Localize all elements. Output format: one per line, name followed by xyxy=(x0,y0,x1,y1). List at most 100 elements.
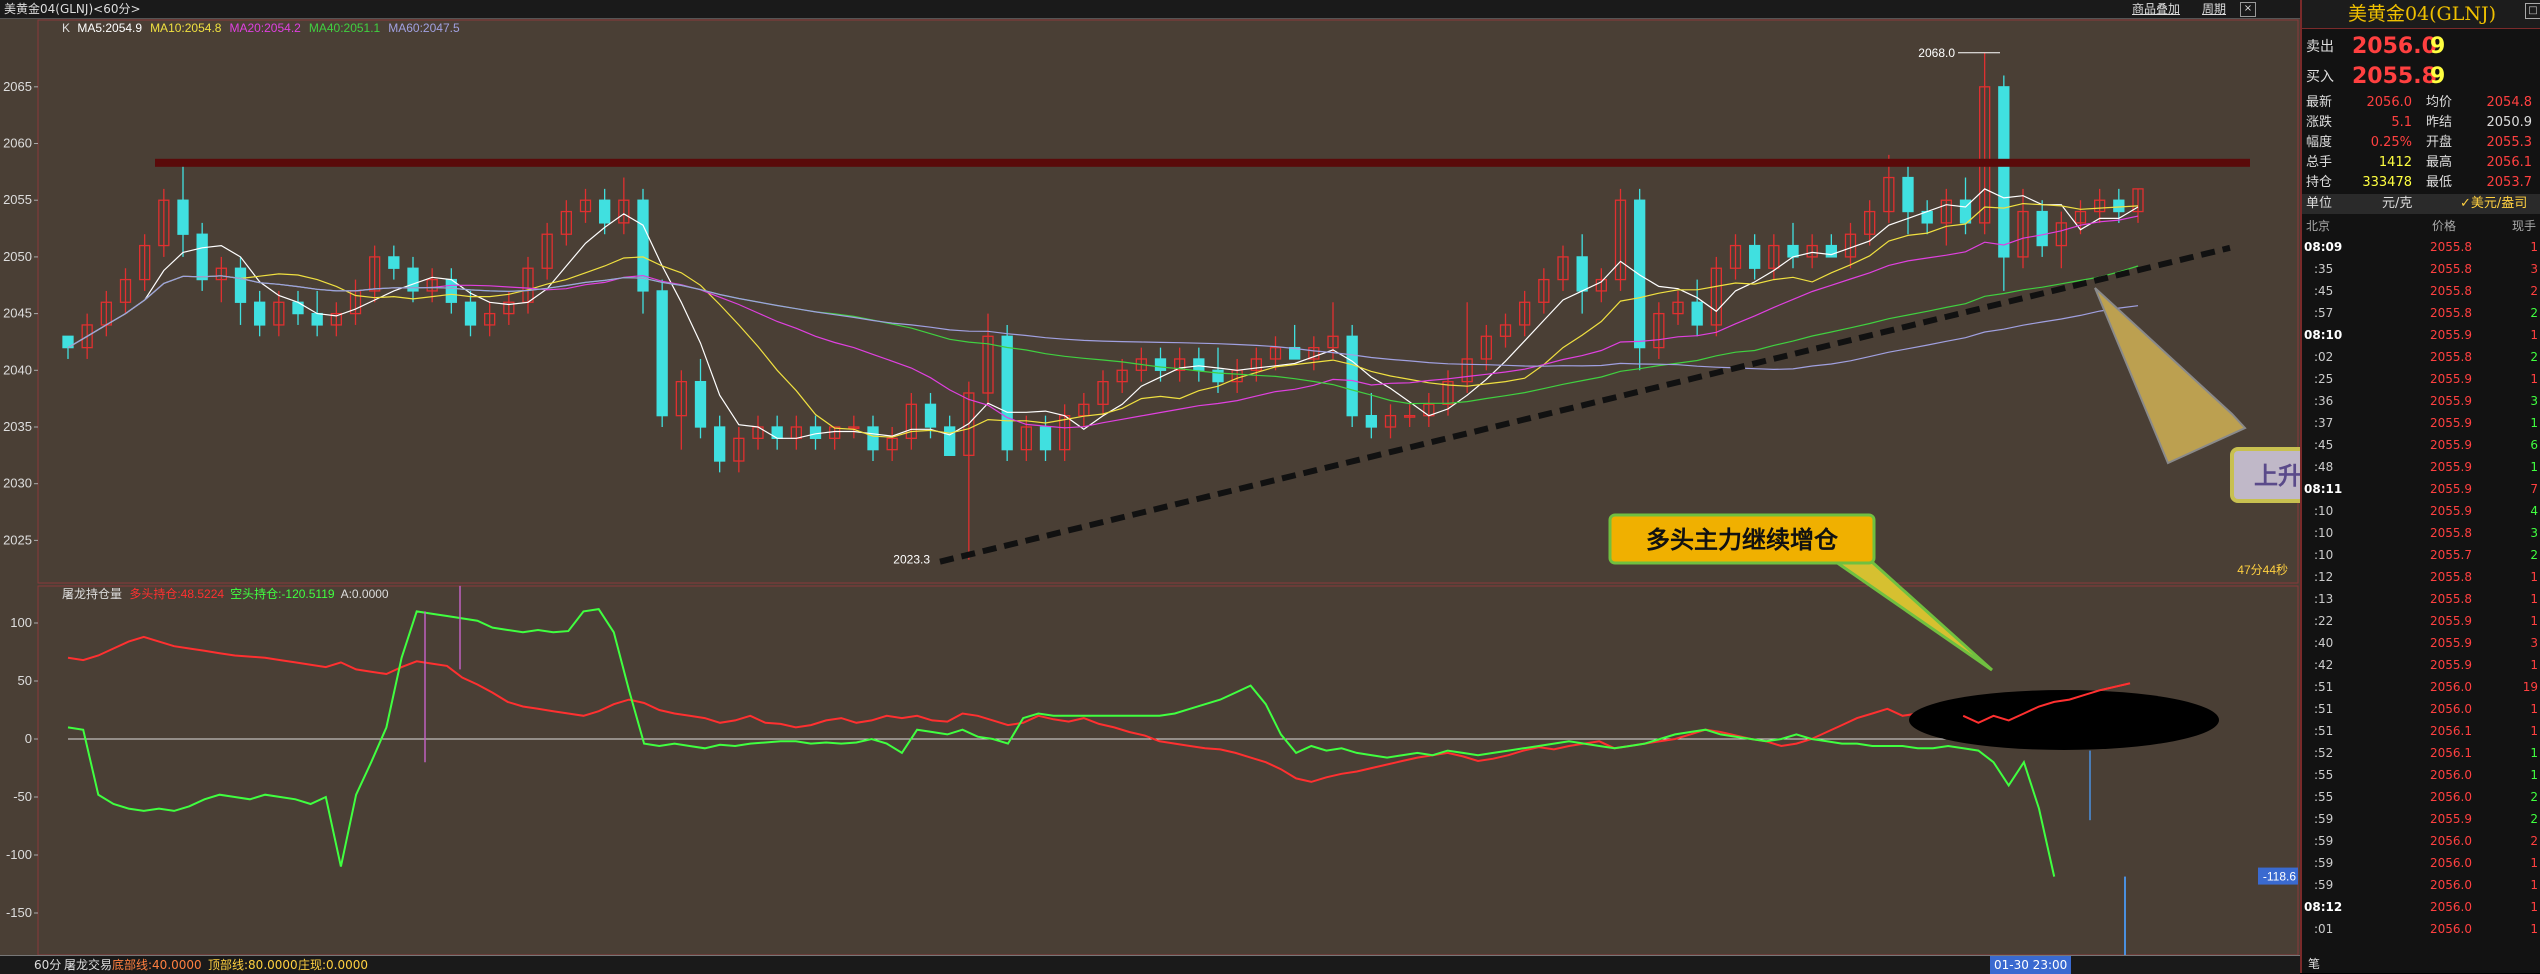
chart-title-bar: 美黄金04(GLNJ)<60分> 商品叠加 周期 × xyxy=(0,0,2300,19)
quote-row: 持仓 333478 最低 2053.7 xyxy=(2302,173,2540,193)
candle-body xyxy=(1634,199,1646,349)
tick-volume: 3 xyxy=(2530,394,2538,408)
quote-value: 1412 xyxy=(2378,155,2412,170)
candle-body xyxy=(1154,358,1167,371)
candle-body xyxy=(694,380,707,428)
candle-body xyxy=(2113,199,2125,213)
tick-price: 2055.8 xyxy=(2430,526,2472,540)
tick-price: 2056.0 xyxy=(2430,790,2472,804)
tick-time: :02 xyxy=(2314,350,2334,364)
indicator-name[interactable]: 屠龙交易 xyxy=(64,956,112,974)
resistance-band xyxy=(155,158,2250,167)
tick-row: :10 2055.8 3 xyxy=(2302,522,2540,544)
candle-body xyxy=(809,426,822,439)
tick-time: :42 xyxy=(2314,658,2334,672)
candle-body xyxy=(234,267,247,303)
candle-body xyxy=(311,312,323,326)
tick-volume: 1 xyxy=(2530,372,2538,386)
quote-footer[interactable]: 笔 xyxy=(2308,955,2320,972)
header-time: 北京 xyxy=(2306,219,2331,233)
tick-price: 2055.8 xyxy=(2430,592,2472,606)
tick-row: :10 2055.7 2 xyxy=(2302,544,2540,566)
tick-time: 08:09 xyxy=(2304,240,2343,254)
tick-volume: 1 xyxy=(2530,702,2538,716)
quote-key: 幅度 xyxy=(2306,135,2333,150)
tick-volume: 1 xyxy=(2530,592,2538,606)
quote-value: 5.1 xyxy=(2391,115,2412,130)
app-window: 美黄金04(GLNJ)<60分> 商品叠加 周期 × 2025 2030 2035 2… xyxy=(0,0,2540,974)
tick-price: 2055.9 xyxy=(2430,394,2472,408)
tick-time: :10 xyxy=(2314,548,2334,562)
bottom-status-bar: 60分 屠龙交易 底部线:40.0000 顶部线:80.0000 庄现:0.00… xyxy=(0,955,2300,974)
legend-ma3: MA20:2054.2 xyxy=(229,21,301,35)
a-legend: A:0.0000 xyxy=(341,587,389,601)
tick-volume: 2 xyxy=(2530,284,2538,298)
candle-body xyxy=(1902,176,1914,213)
quote-value: 2056.0 xyxy=(2366,95,2413,110)
tick-volume: 3 xyxy=(2530,636,2538,650)
tick-row: :12 2055.8 1 xyxy=(2302,566,2540,588)
short-position-line xyxy=(67,608,2056,877)
close-icon[interactable]: □ xyxy=(2525,3,2540,19)
tick-volume: 19 xyxy=(2522,680,2538,694)
tick-volume: 2 xyxy=(2530,306,2538,320)
rising-trendline xyxy=(939,244,2231,565)
quote-panel: 美黄金04(GLNJ) □ 卖出 2056.0 9 买入 2055.8 9 最新… xyxy=(2300,0,2540,973)
quote-row: 总手 1412 最高 2056.1 xyxy=(2302,153,2540,173)
tick-time: :59 xyxy=(2314,834,2334,848)
tick-row: :55 2056.0 1 xyxy=(2302,764,2540,786)
tick-row: :59 2056.0 1 xyxy=(2302,852,2540,874)
tick-volume: 2 xyxy=(2530,834,2538,848)
legend-k: K xyxy=(62,21,73,35)
candle-body xyxy=(254,301,266,326)
quote-key: 昨结 xyxy=(2426,115,2453,130)
tick-row: :35 2055.8 3 xyxy=(2302,258,2540,280)
tick-row: :59 2056.0 1 xyxy=(2302,874,2540,896)
candle-body xyxy=(445,278,457,303)
tick-volume: 6 xyxy=(2530,438,2538,452)
quote-key: 最新 xyxy=(2306,95,2333,110)
tick-volume: 1 xyxy=(2530,658,2538,672)
sub-title: 屠龙持仓量 xyxy=(62,586,125,601)
chart-close-icon[interactable]: × xyxy=(2240,2,2256,17)
tick-volume: 1 xyxy=(2530,240,2538,254)
candle-body xyxy=(1691,301,1703,326)
tick-price: 2055.9 xyxy=(2430,636,2472,650)
unit-alt-toggle[interactable]: ✓美元/盎司 xyxy=(2460,194,2527,214)
sell-volume: 9 xyxy=(2430,34,2446,59)
tick-price: 2056.0 xyxy=(2430,768,2472,782)
overlay-symbol-button[interactable]: 商品叠加 xyxy=(2132,0,2180,18)
tick-time: 08:11 xyxy=(2304,482,2343,496)
candle-body xyxy=(464,301,477,326)
long-legend: 多头持仓:48.5224 xyxy=(129,586,224,601)
candle-body xyxy=(1212,369,1224,383)
high-label: 2068.0 xyxy=(1918,46,1955,60)
tick-price: 2055.9 xyxy=(2430,482,2472,496)
tick-price: 2056.1 xyxy=(2430,746,2472,760)
period-button[interactable]: 周期 xyxy=(2202,0,2226,18)
quote-key: 最低 xyxy=(2426,175,2453,190)
tick-price: 2056.0 xyxy=(2430,900,2472,914)
tick-volume: 1 xyxy=(2530,570,2538,584)
tick-row: :52 2056.1 1 xyxy=(2302,742,2540,764)
tick-time: :37 xyxy=(2314,416,2334,430)
candle-body xyxy=(924,403,937,428)
tick-time: 08:12 xyxy=(2304,900,2343,914)
tick-row: :55 2056.0 2 xyxy=(2302,786,2540,808)
quote-key: 开盘 xyxy=(2426,135,2453,150)
candle-body xyxy=(1787,244,1799,258)
sell-price: 2056.0 xyxy=(2352,34,2437,59)
callout-pointer xyxy=(2094,287,2247,465)
tick-volume: 2 xyxy=(2530,350,2538,364)
y-tick-label: 2050 xyxy=(3,249,32,264)
tick-time: :10 xyxy=(2314,504,2334,518)
tick-volume: 1 xyxy=(2530,460,2538,474)
period-tab[interactable]: 60分 xyxy=(34,956,61,974)
tick-price: 2055.8 xyxy=(2430,350,2472,364)
tick-time: :55 xyxy=(2314,768,2334,782)
low-label: 2023.3 xyxy=(893,553,930,567)
tick-price: 2055.9 xyxy=(2430,438,2472,452)
candle-body xyxy=(1749,244,1761,269)
tick-time: :48 xyxy=(2314,460,2334,474)
tick-row: :48 2055.9 1 xyxy=(2302,456,2540,478)
